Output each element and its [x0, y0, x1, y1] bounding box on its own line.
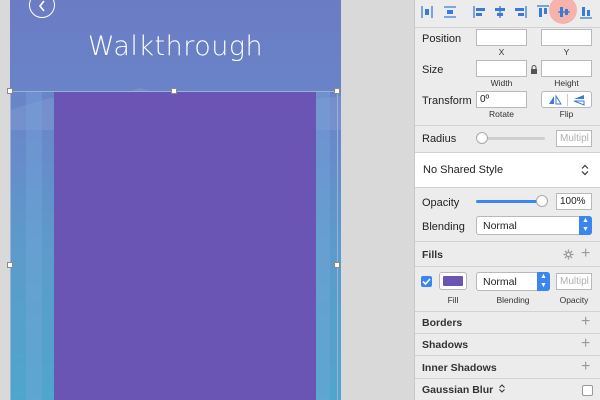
resize-handle-top-right[interactable] — [334, 88, 340, 94]
fills-section-header[interactable]: Fills — [422, 249, 443, 261]
ghost-card-left — [26, 92, 42, 400]
width-label: Width — [490, 78, 513, 88]
inner-shadows-section-header[interactable]: Inner Shadows — [422, 362, 497, 374]
fill-label: Fill — [447, 295, 459, 305]
position-x-field[interactable] — [476, 29, 527, 46]
add-inner-shadow-button[interactable]: + — [581, 359, 590, 375]
flip-control[interactable] — [541, 91, 592, 108]
blending-label: Blending — [422, 221, 465, 233]
distribute-vertical-icon[interactable] — [442, 4, 458, 20]
align-horizontal-center-icon[interactable] — [492, 4, 508, 20]
width-field[interactable] — [476, 60, 527, 77]
height-field[interactable] — [541, 60, 592, 77]
distribute-horizontal-icon[interactable] — [419, 4, 435, 20]
position-y-label: Y — [563, 47, 570, 57]
flip-label: Flip — [559, 109, 574, 119]
blending-value: Normal — [483, 220, 517, 232]
align-right-icon[interactable] — [512, 4, 528, 20]
align-bottom-icon[interactable] — [578, 4, 594, 20]
opacity-slider-track[interactable] — [476, 200, 544, 203]
chevron-updown-icon: ▲ ▼ — [537, 272, 550, 291]
resize-handle-top-left[interactable] — [7, 88, 13, 94]
fill-enabled-checkbox[interactable] — [421, 276, 432, 287]
chevron-updown-icon — [499, 384, 505, 393]
align-top-icon[interactable] — [535, 4, 551, 20]
checkmark-icon — [422, 278, 431, 286]
add-fill-button[interactable]: + — [581, 246, 590, 262]
chevron-left-icon — [38, 0, 45, 12]
position-label: Position — [422, 33, 462, 45]
shared-style-select[interactable]: No Shared Style — [415, 153, 600, 187]
gaussian-blur-checkbox[interactable] — [582, 385, 593, 396]
ghost-card-right — [316, 92, 330, 400]
flip-horizontal-icon[interactable] — [548, 94, 562, 106]
transform-label: Transform — [422, 95, 472, 107]
resize-handle-top[interactable] — [171, 88, 177, 94]
selection-right-edge — [337, 92, 338, 400]
lock-icon[interactable] — [530, 65, 538, 74]
blending-select[interactable]: Normal ▲ ▼ — [476, 216, 592, 235]
position-y-field[interactable] — [541, 29, 592, 46]
alignment-toolbar — [415, 0, 600, 27]
opacity-label: Opacity — [422, 197, 460, 209]
add-shadow-button[interactable]: + — [581, 336, 590, 352]
back-button[interactable] — [29, 0, 55, 18]
canvas[interactable]: Walkthrough — [0, 0, 414, 400]
opacity-slider-thumb[interactable] — [536, 195, 548, 207]
align-left-icon[interactable] — [472, 4, 488, 20]
flip-vertical-icon[interactable] — [572, 94, 586, 106]
radius-label: Radius — [422, 133, 457, 145]
fill-color-swatch[interactable] — [439, 272, 467, 290]
borders-section-header[interactable]: Borders — [422, 317, 462, 329]
selected-card-rectangle[interactable] — [54, 92, 316, 400]
artboard-walkthrough[interactable]: Walkthrough — [10, 0, 341, 400]
chevron-updown-icon: ▲ ▼ — [579, 216, 592, 235]
gaussian-blur-label: Gaussian Blur — [422, 384, 494, 396]
shadows-section-header[interactable]: Shadows — [422, 339, 468, 351]
position-x-label: X — [498, 47, 505, 57]
rotate-field[interactable]: 0º — [476, 91, 527, 108]
fill-blending-select[interactable]: Normal ▲ ▼ — [476, 272, 550, 291]
resize-handle-left[interactable] — [7, 262, 13, 268]
artboard-title: Walkthrough — [87, 31, 264, 62]
rotate-label: Rotate — [488, 109, 515, 119]
height-label: Height — [554, 78, 579, 88]
fill-opacity-field[interactable]: Multipl — [556, 273, 592, 290]
chevron-updown-icon — [581, 164, 589, 176]
shared-style-value: No Shared Style — [423, 164, 504, 176]
inspector-panel: Position X Y Size Width Height Transform… — [414, 0, 600, 400]
radius-slider-track[interactable] — [479, 137, 545, 140]
radius-field[interactable]: Multipl — [556, 130, 592, 147]
fill-blending-value: Normal — [483, 276, 517, 288]
gear-icon[interactable] — [563, 249, 574, 260]
add-border-button[interactable]: + — [581, 314, 590, 330]
selection-left-edge — [10, 92, 11, 400]
gaussian-blur-section-header[interactable]: Gaussian Blur — [422, 384, 505, 396]
opacity-field[interactable]: 100% — [556, 193, 592, 210]
fill-opacity-label: Opacity — [559, 295, 589, 305]
size-label: Size — [422, 64, 444, 76]
align-vertical-center-icon[interactable] — [556, 4, 572, 20]
resize-handle-right[interactable] — [334, 262, 340, 268]
radius-slider-thumb[interactable] — [476, 132, 488, 144]
fill-blending-label: Blending — [496, 295, 530, 305]
